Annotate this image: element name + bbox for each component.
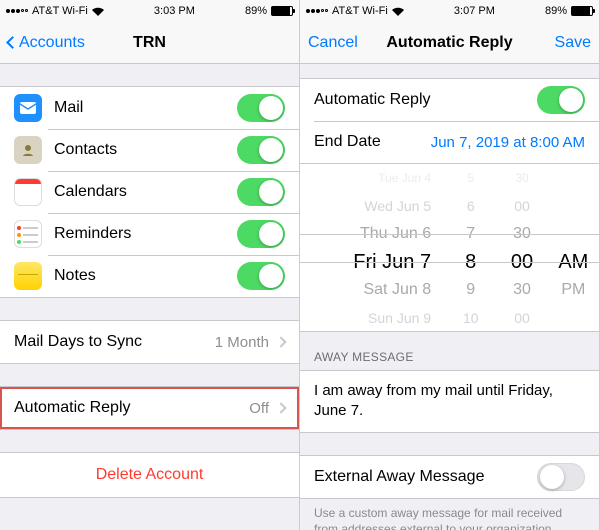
sync-value: 1 Month bbox=[215, 334, 269, 351]
save-label: Save bbox=[555, 34, 591, 52]
away-message-input[interactable]: I am away from my mail until Friday, Jun… bbox=[300, 371, 599, 432]
mail-icon bbox=[14, 94, 42, 122]
row-reminders[interactable]: Reminders bbox=[0, 213, 299, 255]
away-message-header: AWAY MESSAGE bbox=[300, 332, 599, 370]
end-date-value: Jun 7, 2019 at 8:00 AM bbox=[431, 134, 585, 151]
delete-label: Delete Account bbox=[96, 466, 204, 484]
row-mail[interactable]: Mail bbox=[0, 87, 299, 129]
nav-bar: Accounts TRN bbox=[0, 22, 299, 64]
auto-reply-group: Automatic Reply Off bbox=[0, 386, 299, 430]
battery-percent: 89% bbox=[245, 5, 267, 17]
status-bar: AT&T Wi-Fi 3:07 PM 89% bbox=[300, 0, 599, 22]
row-end-date[interactable]: End Date Jun 7, 2019 at 8:00 AM bbox=[300, 121, 599, 163]
wifi-icon bbox=[392, 7, 404, 16]
nav-bar: Cancel Automatic Reply Save bbox=[300, 22, 599, 64]
carrier-label: AT&T Wi-Fi bbox=[32, 5, 88, 17]
chevron-right-icon bbox=[275, 402, 286, 413]
notes-icon bbox=[14, 262, 42, 290]
external-away-group: External Away Message bbox=[300, 455, 599, 499]
clock: 3:07 PM bbox=[454, 5, 495, 17]
battery-percent: 89% bbox=[545, 5, 567, 17]
notes-label: Notes bbox=[54, 267, 237, 285]
back-button[interactable]: Accounts bbox=[0, 22, 93, 63]
row-contacts[interactable]: Contacts bbox=[0, 129, 299, 171]
picker-minute-column[interactable]: 30 00 30 00 30 00 30 bbox=[496, 164, 547, 331]
contacts-label: Contacts bbox=[54, 141, 237, 159]
row-notes[interactable]: Notes bbox=[0, 255, 299, 297]
nav-title: TRN bbox=[133, 34, 166, 52]
calendars-label: Calendars bbox=[54, 183, 237, 201]
row-auto-reply-toggle[interactable]: Automatic Reply bbox=[300, 79, 599, 121]
mail-label: Mail bbox=[54, 99, 237, 117]
calendars-toggle[interactable] bbox=[237, 178, 285, 206]
cancel-label: Cancel bbox=[308, 34, 358, 52]
notes-toggle[interactable] bbox=[237, 262, 285, 290]
picker-ampm-column[interactable]: AM PM bbox=[548, 164, 599, 331]
picker-hour-column[interactable]: 5 6 7 8 9 10 11 bbox=[445, 164, 496, 331]
delete-group: Delete Account bbox=[0, 452, 299, 498]
nav-title: Automatic Reply bbox=[386, 34, 512, 52]
battery-icon bbox=[271, 6, 293, 16]
cancel-button[interactable]: Cancel bbox=[300, 22, 366, 63]
battery-icon bbox=[571, 6, 593, 16]
reminders-icon bbox=[14, 220, 42, 248]
signal-icon bbox=[306, 9, 328, 13]
screen-account-settings: AT&T Wi-Fi 3:03 PM 89% Accounts TRN Mail… bbox=[0, 0, 300, 530]
chevron-left-icon bbox=[6, 36, 19, 49]
chevron-right-icon bbox=[275, 336, 286, 347]
row-mail-days-sync[interactable]: Mail Days to Sync 1 Month bbox=[0, 321, 299, 363]
wifi-icon bbox=[92, 7, 104, 16]
auto-reply-label: Automatic Reply bbox=[14, 399, 249, 417]
contacts-icon bbox=[14, 136, 42, 164]
date-time-picker[interactable]: Tue Jun 4 Wed Jun 5 Thu Jun 6 Fri Jun 7 … bbox=[300, 164, 599, 332]
clock: 3:03 PM bbox=[154, 5, 195, 17]
row-automatic-reply[interactable]: Automatic Reply Off bbox=[0, 387, 299, 429]
row-calendars[interactable]: Calendars bbox=[0, 171, 299, 213]
sync-group: Mail Days to Sync 1 Month bbox=[0, 320, 299, 364]
services-group: Mail Contacts Calendars Reminders Notes bbox=[0, 86, 299, 298]
row-external-away[interactable]: External Away Message bbox=[300, 456, 599, 498]
auto-reply-value: Off bbox=[249, 400, 269, 417]
external-away-label: External Away Message bbox=[314, 468, 537, 486]
save-button[interactable]: Save bbox=[547, 22, 599, 63]
external-away-footer: Use a custom away message for mail recei… bbox=[300, 499, 599, 530]
away-message-group: I am away from my mail until Friday, Jun… bbox=[300, 370, 599, 433]
contacts-toggle[interactable] bbox=[237, 136, 285, 164]
status-bar: AT&T Wi-Fi 3:03 PM 89% bbox=[0, 0, 299, 22]
signal-icon bbox=[6, 9, 28, 13]
auto-reply-form-group: Automatic Reply End Date Jun 7, 2019 at … bbox=[300, 78, 599, 164]
end-date-label: End Date bbox=[314, 133, 431, 151]
back-label: Accounts bbox=[19, 34, 85, 52]
reminders-toggle[interactable] bbox=[237, 220, 285, 248]
sync-label: Mail Days to Sync bbox=[14, 333, 215, 351]
auto-reply-label: Automatic Reply bbox=[314, 91, 537, 109]
picker-day-column[interactable]: Tue Jun 4 Wed Jun 5 Thu Jun 6 Fri Jun 7 … bbox=[300, 164, 445, 331]
auto-reply-toggle[interactable] bbox=[537, 86, 585, 114]
external-away-toggle[interactable] bbox=[537, 463, 585, 491]
mail-toggle[interactable] bbox=[237, 94, 285, 122]
carrier-label: AT&T Wi-Fi bbox=[332, 5, 388, 17]
screen-automatic-reply: AT&T Wi-Fi 3:07 PM 89% Cancel Automatic … bbox=[300, 0, 600, 530]
calendar-icon bbox=[14, 178, 42, 206]
delete-account-button[interactable]: Delete Account bbox=[0, 453, 299, 497]
reminders-label: Reminders bbox=[54, 225, 237, 243]
